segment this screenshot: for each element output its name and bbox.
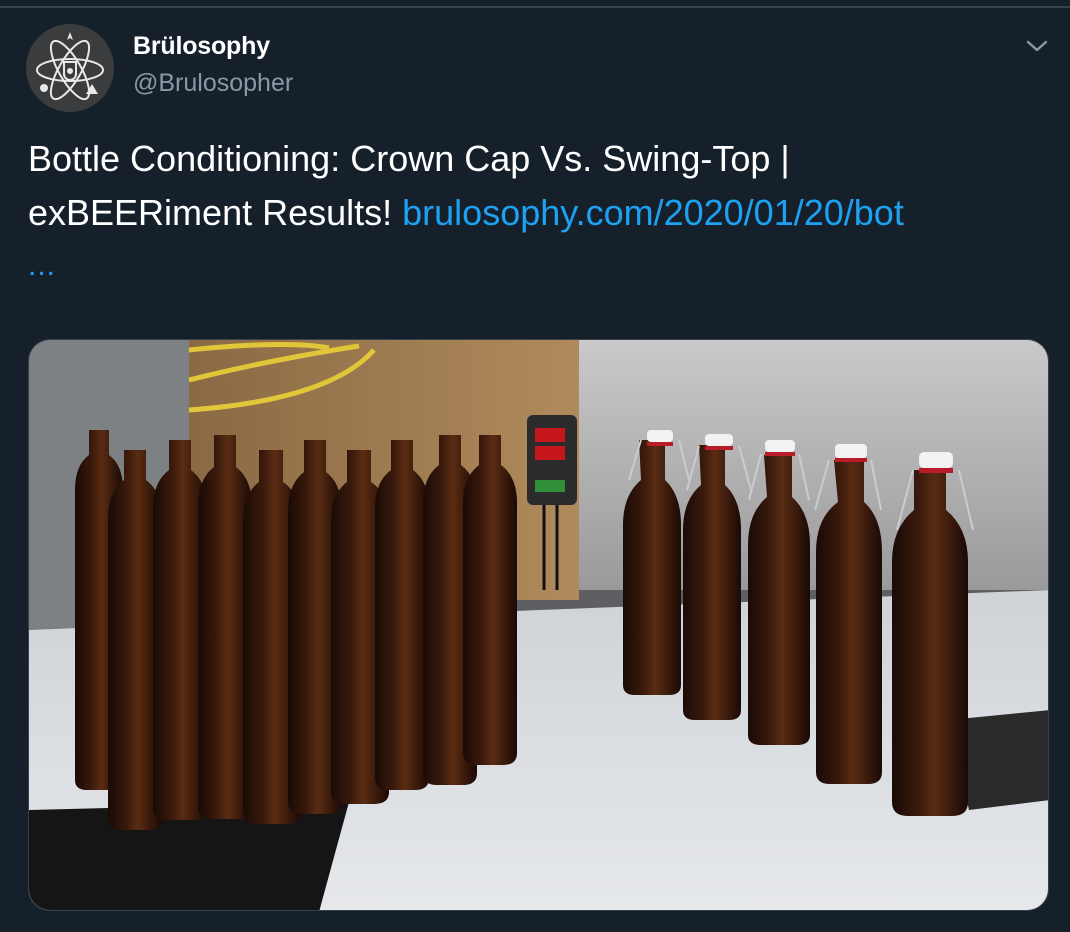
avatar[interactable] bbox=[26, 24, 114, 112]
atom-hops-logo-icon bbox=[26, 24, 114, 112]
beer-bottles-photo bbox=[29, 340, 1048, 910]
tweet-text-body: exBEERiment Results! bbox=[28, 192, 403, 233]
chevron-down-icon[interactable] bbox=[1022, 34, 1052, 58]
display-name[interactable]: Brülosophy bbox=[133, 32, 270, 61]
top-divider bbox=[0, 0, 1070, 8]
tweet-photo[interactable] bbox=[28, 339, 1049, 911]
tweet-card[interactable]: Brülosophy @Brulosopher Bottle Condition… bbox=[0, 0, 1070, 932]
user-handle[interactable]: @Brulosopher bbox=[133, 69, 293, 98]
tweet-text: Bottle Conditioning: Crown Cap Vs. Swing… bbox=[28, 132, 1048, 240]
tweet-link[interactable]: brulosophy.com/2020/01/20/bot bbox=[402, 192, 904, 233]
tweet-text-line-2: exBEERiment Results! brulosophy.com/2020… bbox=[28, 186, 1048, 240]
link-ellipsis[interactable]: ... bbox=[28, 246, 56, 286]
tweet-text-line-1: Bottle Conditioning: Crown Cap Vs. Swing… bbox=[28, 138, 790, 179]
